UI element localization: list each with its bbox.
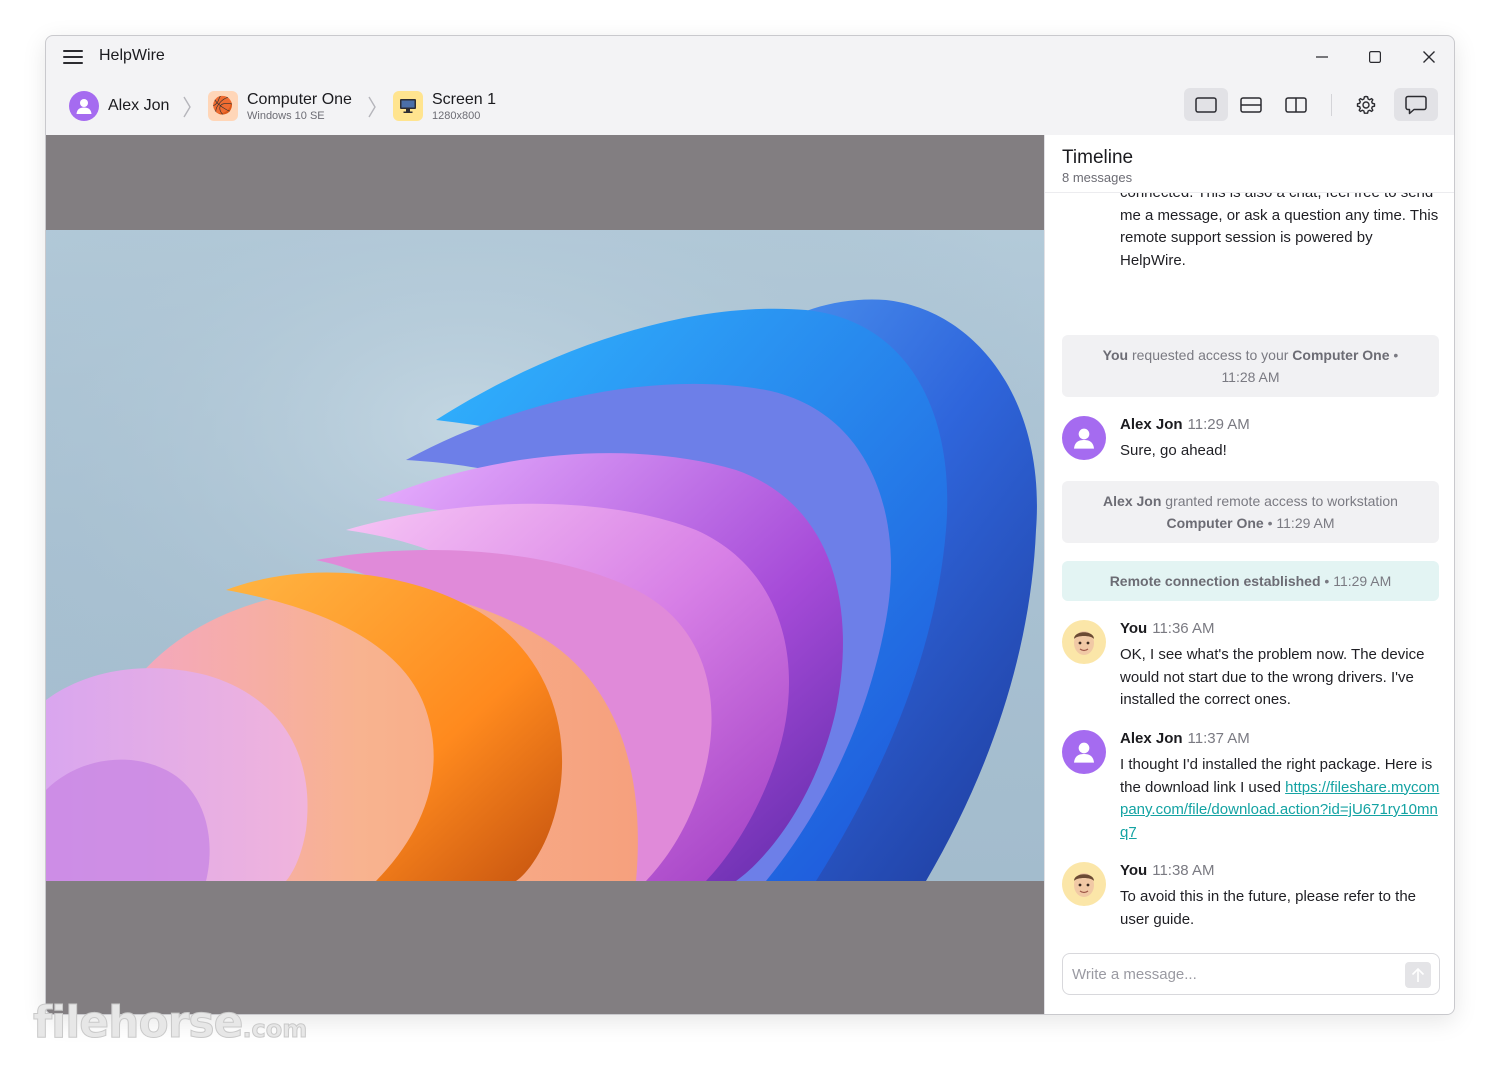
event-connection-established: Remote connection established • 11:29 AM	[1062, 561, 1439, 601]
memoji-avatar-icon	[1074, 873, 1094, 897]
close-button[interactable]	[1411, 44, 1447, 70]
maximize-icon	[1369, 51, 1381, 63]
timeline-title: Timeline	[1062, 147, 1134, 168]
message-text: I thought I'd installed the right packag…	[1120, 756, 1440, 841]
wallpaper-bloom-image	[46, 230, 1044, 881]
single-view-icon	[1195, 96, 1217, 113]
message-text: To avoid this in the future, please refe…	[1120, 888, 1417, 928]
message-composer	[1062, 953, 1440, 995]
close-icon	[1423, 51, 1435, 63]
avatar	[1062, 416, 1106, 460]
chevron-right-icon	[183, 96, 191, 118]
split-horizontal-icon	[1240, 96, 1262, 113]
remote-desktop-wallpaper[interactable]	[46, 230, 1044, 881]
message-header: You 11:38 AM	[1120, 862, 1215, 879]
monitor-icon	[393, 91, 423, 121]
app-title: HelpWire	[99, 47, 165, 64]
minimize-icon	[1316, 56, 1328, 58]
user-avatar-icon	[1074, 742, 1094, 763]
breadcrumb-user-name: Alex Jon	[108, 97, 170, 114]
hamburger-menu-icon[interactable]	[62, 48, 84, 66]
title-bar: HelpWire	[46, 36, 1454, 78]
timeline-feed[interactable]: Hi! I'm happy to assist. Here you'll see…	[1045, 193, 1454, 941]
message-header: Alex Jon 11:29 AM	[1120, 416, 1250, 433]
avatar	[1062, 620, 1106, 664]
basketball-icon: 🏀	[208, 91, 238, 121]
view-split-vertical-button[interactable]	[1274, 88, 1318, 121]
breadcrumb-screen[interactable]: Screen 1 1280x800	[393, 86, 496, 126]
event-access-granted: Alex Jon granted remote access to workst…	[1062, 481, 1439, 543]
memoji-avatar-icon	[1074, 631, 1094, 655]
app-window: HelpWire Alex Jon 🏀 Computer One Windows…	[45, 35, 1455, 1015]
remote-viewer[interactable]	[46, 135, 1044, 1014]
settings-button[interactable]	[1344, 88, 1388, 121]
split-vertical-icon	[1285, 96, 1307, 113]
gear-icon	[1356, 95, 1376, 114]
breadcrumb-user[interactable]: Alex Jon	[69, 86, 169, 126]
event-access-requested: You requested access to your Computer On…	[1062, 335, 1439, 397]
maximize-button[interactable]	[1357, 44, 1393, 70]
timeline-message-count: 8 messages	[1062, 170, 1133, 185]
chat-toggle-button[interactable]	[1394, 88, 1438, 121]
breadcrumb-computer[interactable]: 🏀 Computer One Windows 10 SE	[208, 86, 352, 126]
breadcrumb-computer-os: Windows 10 SE	[247, 109, 325, 122]
toolbar-divider	[1331, 94, 1332, 116]
avatar	[1062, 862, 1106, 906]
timeline-header: Timeline 8 messages	[1045, 135, 1454, 193]
message-text: OK, I see what's the problem now. The de…	[1120, 646, 1425, 708]
breadcrumb-screen-resolution: 1280x800	[432, 109, 481, 122]
minimize-button[interactable]	[1304, 44, 1340, 70]
message-header: Alex Jon 11:37 AM	[1120, 730, 1250, 747]
view-single-button[interactable]	[1184, 88, 1228, 121]
chevron-right-icon	[368, 96, 376, 118]
user-avatar-icon	[1074, 428, 1094, 449]
arrow-up-icon	[1411, 967, 1425, 982]
message-input[interactable]	[1072, 964, 1392, 984]
breadcrumb-computer-name: Computer One	[247, 90, 352, 108]
watermark-logo: filehorse.com	[32, 997, 308, 1049]
user-avatar-icon	[69, 91, 99, 121]
message-text: Sure, go ahead!	[1120, 442, 1227, 459]
chat-bubble-icon	[1405, 95, 1427, 114]
view-split-horizontal-button[interactable]	[1229, 88, 1273, 121]
send-button[interactable]	[1405, 962, 1431, 988]
message-header: You 11:36 AM	[1120, 620, 1215, 637]
message-text: Hi! I'm happy to assist. Here you'll see…	[1120, 193, 1439, 269]
breadcrumb-screen-name: Screen 1	[432, 90, 497, 108]
avatar	[1062, 730, 1106, 774]
timeline-panel: Timeline 8 messages Hi! I'm happy to ass…	[1044, 135, 1454, 1014]
